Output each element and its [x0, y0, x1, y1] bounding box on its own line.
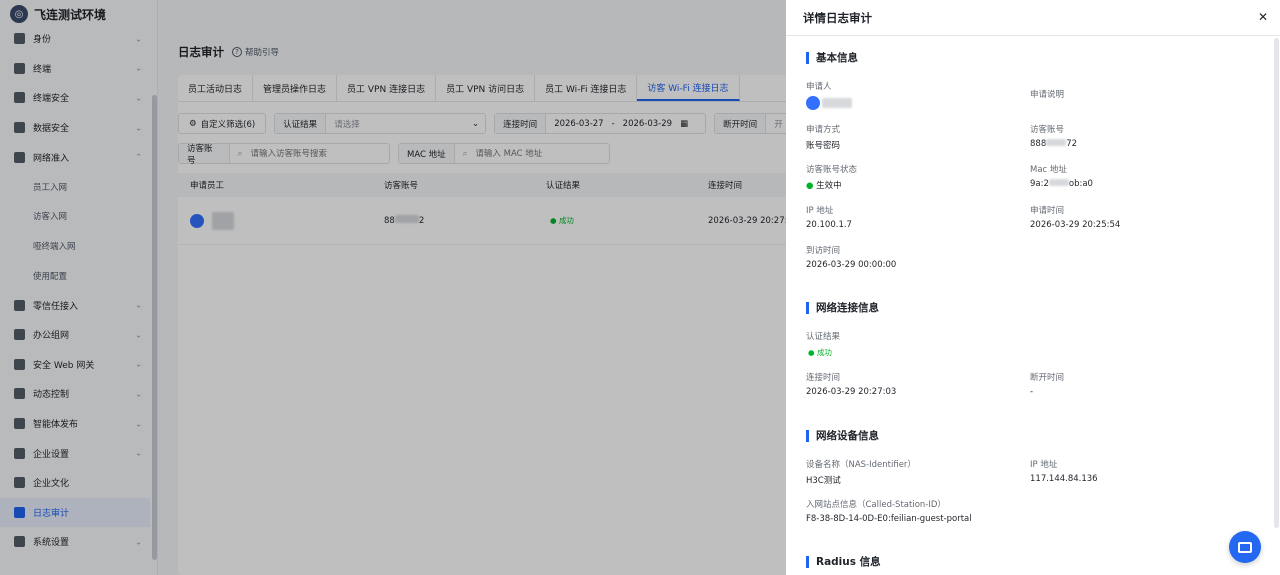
status-value: ● 生效中	[806, 181, 842, 191]
station-label: 入网站点信息（Called-Station-ID）	[806, 500, 946, 510]
modal-overlay[interactable]	[0, 0, 786, 575]
apply-time-value: 2026-03-29 20:25:54	[1030, 220, 1121, 230]
drawer-title: 详情日志审计	[803, 10, 872, 25]
chat-icon	[1238, 541, 1252, 553]
detail-drawer: 详情日志审计 ✕ 基本信息 申请人 申请说明 申请方式 账号密码 访客账号 88…	[786, 0, 1280, 575]
mac-value: 9a:2 ob:a0	[1030, 179, 1093, 189]
device-ip-label: IP 地址	[1030, 460, 1058, 470]
device-ip-value: 117.144.84.136	[1030, 474, 1098, 484]
reason-label: 申请说明	[1030, 90, 1065, 100]
status-dot: ●	[806, 181, 814, 191]
status-label: 访客账号状态	[806, 165, 858, 175]
method-label: 申请方式	[806, 125, 841, 135]
section-radius-info: Radius 信息	[806, 556, 881, 568]
device-name-label: 设备名称（NAS-Identifier）	[806, 460, 916, 470]
avatar	[806, 96, 820, 110]
visit-time-label: 到访时间	[806, 246, 841, 256]
guest-account-value: 888 72	[1030, 139, 1078, 149]
drawer-scrollbar[interactable]	[1274, 38, 1279, 528]
station-value: F8-38-8D-14-0D-E0:feilian-guest-portal	[806, 514, 972, 524]
device-name-value: H3C测试	[806, 476, 841, 486]
ip-label: IP 地址	[806, 206, 834, 216]
mac-label: Mac 地址	[1030, 165, 1067, 175]
connect-time-value: 2026-03-29 20:27:03	[806, 387, 897, 397]
drawer-header: 详情日志审计 ✕	[786, 0, 1280, 36]
disconnect-time-value: -	[1030, 387, 1034, 397]
guest-account-label: 访客账号	[1030, 125, 1065, 135]
close-icon[interactable]: ✕	[1258, 10, 1268, 24]
auth-result-value: ● 成功	[808, 348, 832, 357]
redacted-text	[1048, 179, 1069, 186]
method-value: 账号密码	[806, 141, 841, 151]
section-device-info: 网络设备信息	[806, 430, 879, 442]
section-basic-info: 基本信息	[806, 52, 858, 64]
redacted-text	[1046, 139, 1067, 146]
auth-result-label: 认证结果	[806, 332, 841, 342]
disconnect-time-label: 断开时间	[1030, 373, 1065, 383]
applicant-value	[806, 96, 852, 110]
visit-time-value: 2026-03-29 00:00:00	[806, 260, 897, 270]
section-network-info: 网络连接信息	[806, 302, 879, 314]
connect-time-label: 连接时间	[806, 373, 841, 383]
ip-value: 20.100.1.7	[806, 220, 852, 230]
applicant-label: 申请人	[806, 82, 832, 92]
apply-time-label: 申请时间	[1030, 206, 1065, 216]
redacted-name	[822, 98, 852, 108]
chat-support-button[interactable]	[1229, 531, 1261, 563]
